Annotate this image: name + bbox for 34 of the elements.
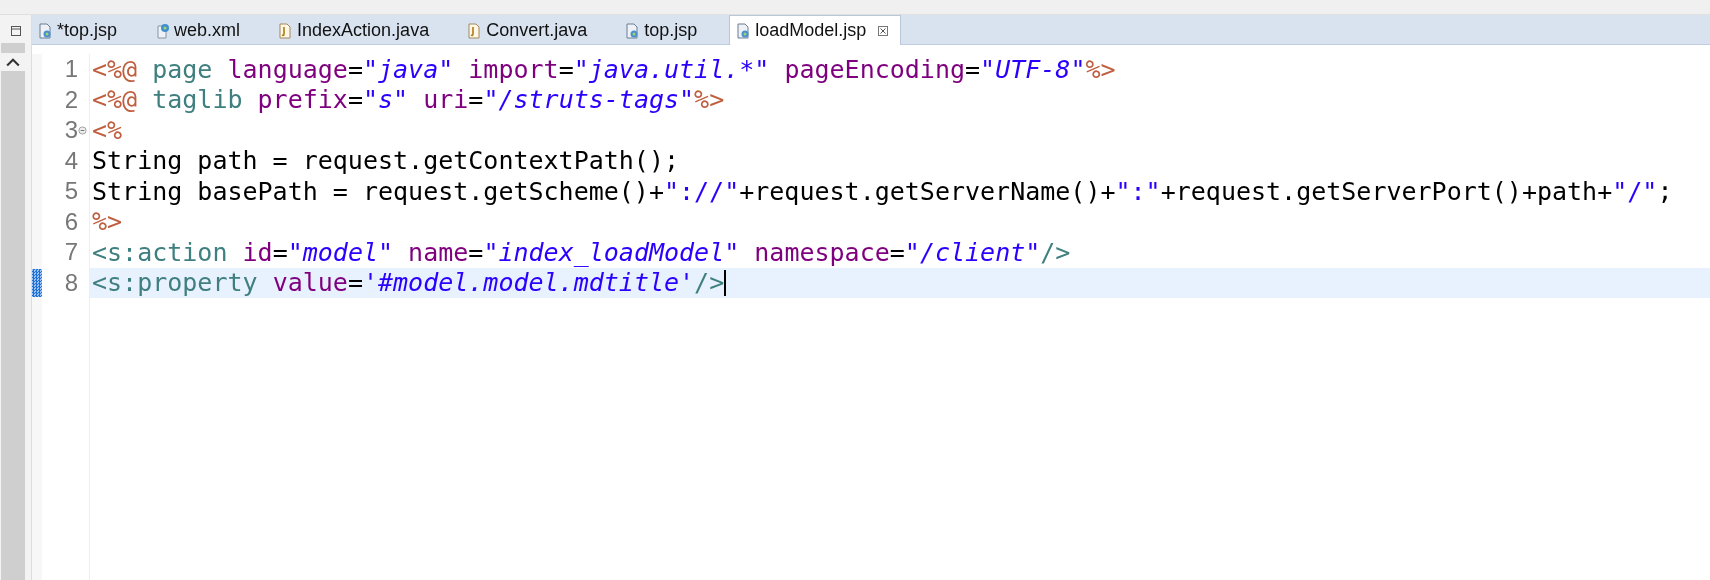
- text-cursor: [724, 269, 727, 296]
- code-line: <%: [92, 115, 123, 145]
- editor-tab[interactable]: IndexAction.java: [272, 17, 442, 44]
- line-number: 4: [64, 146, 78, 175]
- line-number: 1: [64, 55, 78, 84]
- editor-tab[interactable]: top.jsp: [619, 17, 710, 44]
- line-number: 8: [64, 268, 78, 297]
- code-line: <%@ page language="java" import="java.util.*" pageEncoding="UTF-8"%>: [92, 54, 1116, 84]
- line-number: 3: [64, 116, 78, 145]
- line-number: 5: [64, 177, 78, 206]
- code-line: String basePath = request.getScheme()+"://"+request.getServerName()+":"+request.getServerPort()+path+"/";: [92, 176, 1673, 206]
- java-file-icon: [277, 22, 294, 39]
- code-line: <s:action id="model" name="index_loadModel" namespace="/client"/>: [92, 237, 1071, 267]
- line-number: 6: [64, 207, 78, 236]
- editor-tab[interactable]: Convert.java: [461, 17, 600, 44]
- scrollbar[interactable]: [0, 43, 25, 580]
- xml-file-icon: [154, 22, 171, 39]
- line-number: 7: [64, 238, 78, 267]
- code-line: String path = request.getContextPath();: [92, 146, 679, 176]
- restore-icon[interactable]: [9, 25, 22, 37]
- code-line: <%@ taglib prefix="s" uri="/struts-tags"%>: [92, 85, 725, 115]
- line-number: 2: [64, 85, 78, 114]
- fold-icon[interactable]: [78, 125, 87, 135]
- editor-tab[interactable]: loadModel.jsp: [729, 15, 902, 45]
- chevron-up-icon[interactable]: [0, 53, 25, 71]
- java-file-icon: [466, 22, 483, 39]
- jsp-file-icon: [37, 22, 53, 39]
- close-icon[interactable]: [878, 25, 889, 36]
- code-line: <s:property value='#model.model.mdtitle'/>: [92, 268, 725, 298]
- editor-tab[interactable]: web.xml: [149, 17, 253, 44]
- jsp-file-icon: [624, 22, 641, 39]
- editor-tab[interactable]: *top.jsp: [32, 17, 130, 44]
- code-line: %>: [92, 207, 123, 237]
- jsp-file-icon: [735, 22, 752, 39]
